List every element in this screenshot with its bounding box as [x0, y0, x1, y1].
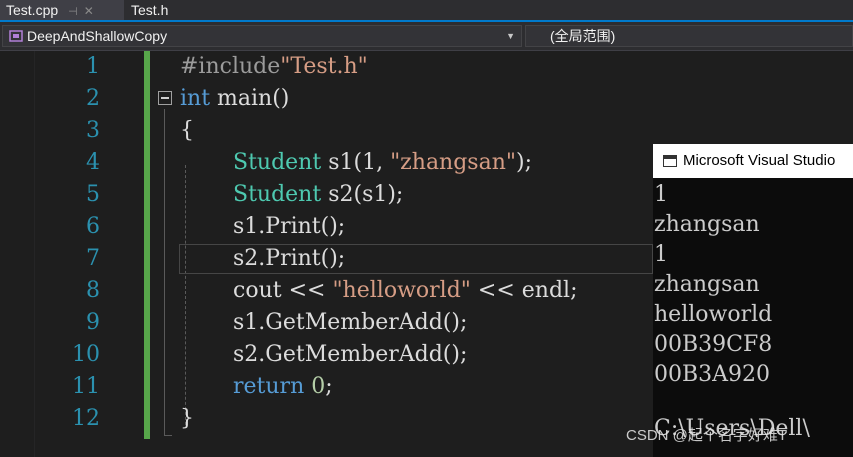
line-number: 1: [86, 54, 100, 79]
console-output-line: 1: [654, 242, 668, 267]
code-text: s2.Print();: [233, 246, 346, 271]
indent-guide: [185, 165, 186, 425]
string-token: "zhangsan": [390, 150, 517, 175]
code-line: }: [180, 403, 194, 435]
close-icon[interactable]: ✕: [84, 4, 94, 18]
tab-label: Test.cpp: [6, 2, 59, 18]
string-token: "Test.h": [280, 54, 368, 79]
class-icon: [9, 30, 23, 42]
console-title: Microsoft Visual Studio: [683, 152, 836, 169]
tab-test-cpp[interactable]: Test.cpp ⊣ ✕: [0, 0, 124, 20]
line-number: 12: [72, 406, 100, 431]
code-text: s1.Print();: [233, 214, 346, 239]
code-line: s1.Print();: [233, 211, 345, 243]
class-dropdown[interactable]: DeepAndShallowCopy ▼: [2, 25, 522, 47]
code-line: return 0;: [233, 371, 333, 403]
outline-end: [164, 435, 172, 436]
scope-dropdown[interactable]: (全局范围): [525, 25, 853, 47]
number-token: 0: [304, 374, 326, 399]
code-text: << endl;: [470, 278, 578, 303]
console-output-line: zhangsan: [654, 212, 760, 237]
type-token: Student: [233, 182, 322, 207]
console-output-line: zhangsan: [654, 272, 760, 297]
editor-margin: [0, 51, 35, 457]
line-number: 10: [72, 342, 100, 367]
code-text: {: [180, 118, 194, 143]
document-tab-bar: Test.cpp ⊣ ✕ Test.h: [0, 0, 853, 22]
code-text: s2(s1);: [321, 182, 404, 207]
pin-icon[interactable]: ⊣: [68, 6, 78, 18]
console-output-line: 00B3A920: [654, 362, 771, 387]
code-text: ;: [325, 374, 333, 399]
line-number: 4: [86, 150, 100, 175]
keyword-token: return: [233, 374, 305, 399]
class-dropdown-value: DeepAndShallowCopy: [27, 28, 168, 44]
code-text: s2.GetMemberAdd();: [233, 342, 468, 367]
scope-dropdown-value: (全局范围): [550, 28, 616, 44]
code-line: int main(): [180, 83, 289, 115]
code-line: Student s1(1, "zhangsan");: [233, 147, 532, 179]
code-line: {: [180, 115, 194, 147]
watermark: CSDN @起个名字好难T: [626, 427, 788, 444]
string-token: "helloworld": [332, 278, 471, 303]
change-tracking-bar: [144, 51, 150, 439]
code-text: s1.GetMemberAdd();: [233, 310, 468, 335]
code-line: Student s2(s1);: [233, 179, 403, 211]
collapse-icon[interactable]: [158, 91, 172, 105]
code-text: main(): [210, 86, 290, 111]
line-number: 7: [86, 246, 100, 271]
code-text: cout <<: [233, 278, 333, 303]
tab-test-h[interactable]: Test.h: [125, 0, 185, 20]
outline-line: [164, 109, 165, 435]
type-token: Student: [233, 150, 322, 175]
code-text: }: [180, 406, 194, 431]
code-line: #include"Test.h": [180, 51, 368, 83]
line-number: 2: [86, 86, 100, 111]
chevron-down-icon: ▼: [506, 31, 515, 41]
line-number: 8: [86, 278, 100, 303]
navigation-bar: DeepAndShallowCopy ▼ (全局范围): [0, 22, 853, 51]
console-window[interactable]: Microsoft Visual Studio 1 zhangsan 1 zha…: [653, 144, 853, 457]
line-number: 3: [86, 118, 100, 143]
line-number: 6: [86, 214, 100, 239]
code-text: );: [516, 150, 533, 175]
console-app-icon: [663, 155, 677, 168]
console-title-bar[interactable]: Microsoft Visual Studio: [653, 144, 853, 178]
line-number: 9: [86, 310, 100, 335]
line-number: 11: [72, 374, 100, 399]
code-line: cout << "helloworld" << endl;: [233, 275, 577, 307]
console-output-line: 1: [654, 182, 668, 207]
console-output-line: 00B39CF8: [654, 332, 773, 357]
tab-label: Test.h: [131, 2, 169, 18]
line-number: 5: [86, 182, 100, 207]
code-text: s1(1,: [321, 150, 391, 175]
keyword-token: int: [180, 86, 211, 111]
preprocessor-token: #include: [180, 54, 281, 79]
code-line: s1.GetMemberAdd();: [233, 307, 467, 339]
code-line: s2.GetMemberAdd();: [233, 339, 467, 371]
code-line: s2.Print();: [233, 243, 345, 275]
console-output-line: helloworld: [654, 302, 773, 327]
